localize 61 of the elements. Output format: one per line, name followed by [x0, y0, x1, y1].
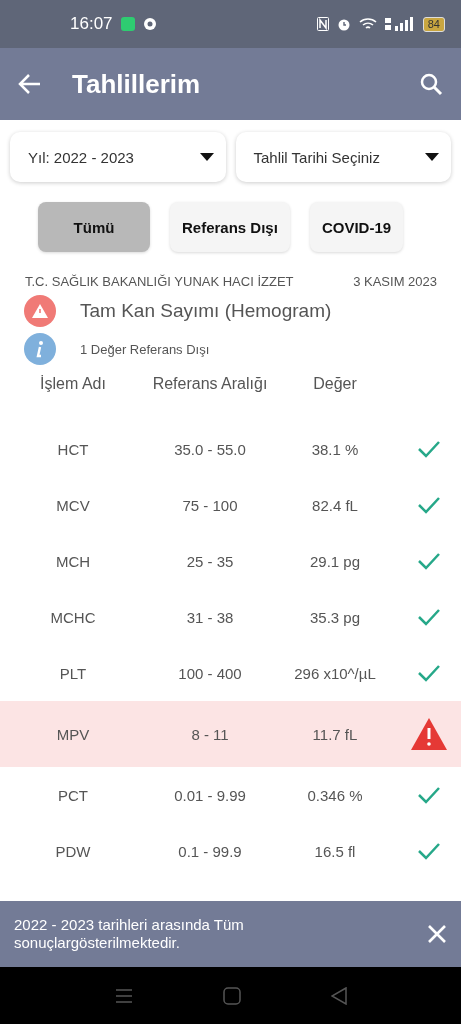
table-cell-text: MPV	[55, 725, 91, 743]
table-cell-text: 11.7 fL	[311, 725, 359, 743]
table-cell-text: HCT	[56, 440, 90, 458]
check-icon	[416, 842, 441, 860]
filter-chip[interactable]: Tümü	[38, 202, 150, 252]
info-icon	[24, 333, 56, 365]
snackbar-message: 2022 - 2023 tarihleri arasında Tüm sonuçlargösterilmektedir.	[14, 916, 245, 952]
table-cell-text: 0.1 - 99.9	[177, 842, 243, 860]
hospital-name: T.C. SAĞLIK BAKANLIĞI YUNAK HACI İZZET	[25, 274, 294, 289]
table-cell-text: 296 x10^/µL	[293, 664, 377, 682]
table-cell-text: 8 - 11	[190, 725, 230, 743]
table-cell-text: 38.1 %	[310, 440, 360, 458]
table-cell-text: PCT	[57, 786, 89, 804]
table-cell-text: 31 - 38	[185, 608, 235, 626]
filter-dropdown[interactable]: Yıl: 2022 - 2023	[10, 132, 226, 182]
dropdown-caret-icon	[425, 153, 439, 161]
column-header: Değer	[312, 375, 358, 393]
table-cell-text: 100 - 400	[177, 664, 243, 682]
filter-chip[interactable]: Referans Dışı	[170, 202, 290, 252]
warning-icon	[409, 717, 448, 751]
page-title: Tahlillerim	[72, 68, 202, 100]
check-icon	[416, 552, 441, 570]
check-icon	[416, 664, 441, 682]
back-arrow-icon[interactable]	[18, 73, 42, 95]
back-icon[interactable]	[330, 986, 347, 1005]
table-cell-text: MCH	[54, 552, 92, 570]
column-header: Referans Aralığı	[151, 375, 269, 393]
filter-chip[interactable]: COVID-19	[309, 202, 404, 252]
close-icon[interactable]	[427, 924, 447, 944]
test-name: Tam Kan Sayımı (Hemogram)	[80, 300, 332, 322]
table-cell-text: PLT	[58, 664, 88, 682]
table-cell-text: MCHC	[49, 608, 97, 626]
check-icon	[416, 608, 441, 626]
table-cell-text: 82.4 fL	[311, 496, 359, 514]
filter-dropdown[interactable]: Tahlil Tarihi Seçiniz	[235, 132, 451, 182]
check-icon	[416, 496, 441, 514]
status-time: 16:07	[70, 14, 113, 34]
table-cell-text: MCV	[55, 496, 91, 514]
home-icon[interactable]	[222, 986, 241, 1005]
column-header: İşlem Adı	[39, 375, 107, 393]
table-cell-text: 35.3 pg	[308, 608, 361, 626]
dropdown-caret-icon	[199, 153, 214, 161]
check-icon	[416, 440, 441, 458]
table-cell-text: 0.01 - 9.99	[173, 786, 247, 804]
report-date: 3 KASIM 2023	[353, 274, 437, 289]
table-cell-text: PDW	[54, 842, 92, 860]
table-cell-text: 25 - 35	[185, 552, 235, 570]
signal-icon	[384, 17, 415, 31]
check-icon	[416, 786, 441, 804]
table-cell-text: 75 - 100	[181, 496, 239, 514]
battery-level: 84	[422, 16, 445, 32]
alarm-icon	[336, 17, 351, 31]
table-cell-text: 16.5 fl	[313, 842, 357, 860]
nfc-icon	[316, 17, 329, 31]
warning-icon	[24, 295, 56, 327]
wifi-icon	[358, 17, 377, 31]
table-cell-text: 29.1 pg	[308, 552, 361, 570]
table-cell-text: 35.0 - 55.0	[173, 440, 247, 458]
search-icon[interactable]	[419, 72, 443, 96]
out-of-range-summary: 1 Değer Referans Dışı	[80, 341, 210, 357]
table-cell-text: 0.346 %	[306, 786, 364, 804]
